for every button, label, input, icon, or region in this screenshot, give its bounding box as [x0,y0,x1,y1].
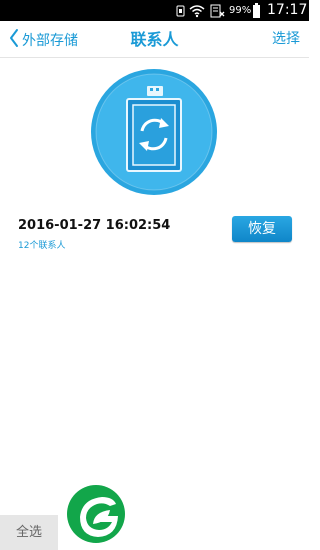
title-bar: 外部存储 联系人 选择 [0,21,309,58]
signal-icon [209,0,225,21]
status-bar: 99% 17:17 [0,0,309,21]
select-all-button[interactable]: 全选 [0,515,58,550]
back-button[interactable]: 外部存储 [8,27,78,53]
contact-count: 12个联系人 [18,241,66,251]
sim-icon [176,0,186,21]
green-leaf-logo [66,484,127,544]
restore-button[interactable]: 恢复 [232,216,292,242]
select-button[interactable]: 选择 [272,21,300,58]
chevron-left-icon [8,28,22,52]
wifi-icon [189,0,205,21]
storage-sync-icon [90,68,218,196]
battery-percent: 99% [229,5,252,16]
back-label: 外部存储 [22,33,78,49]
battery-icon [252,0,261,21]
clock: 17:17 [267,2,308,18]
backup-datetime: 2016-01-27 16:02:54 [18,218,171,233]
